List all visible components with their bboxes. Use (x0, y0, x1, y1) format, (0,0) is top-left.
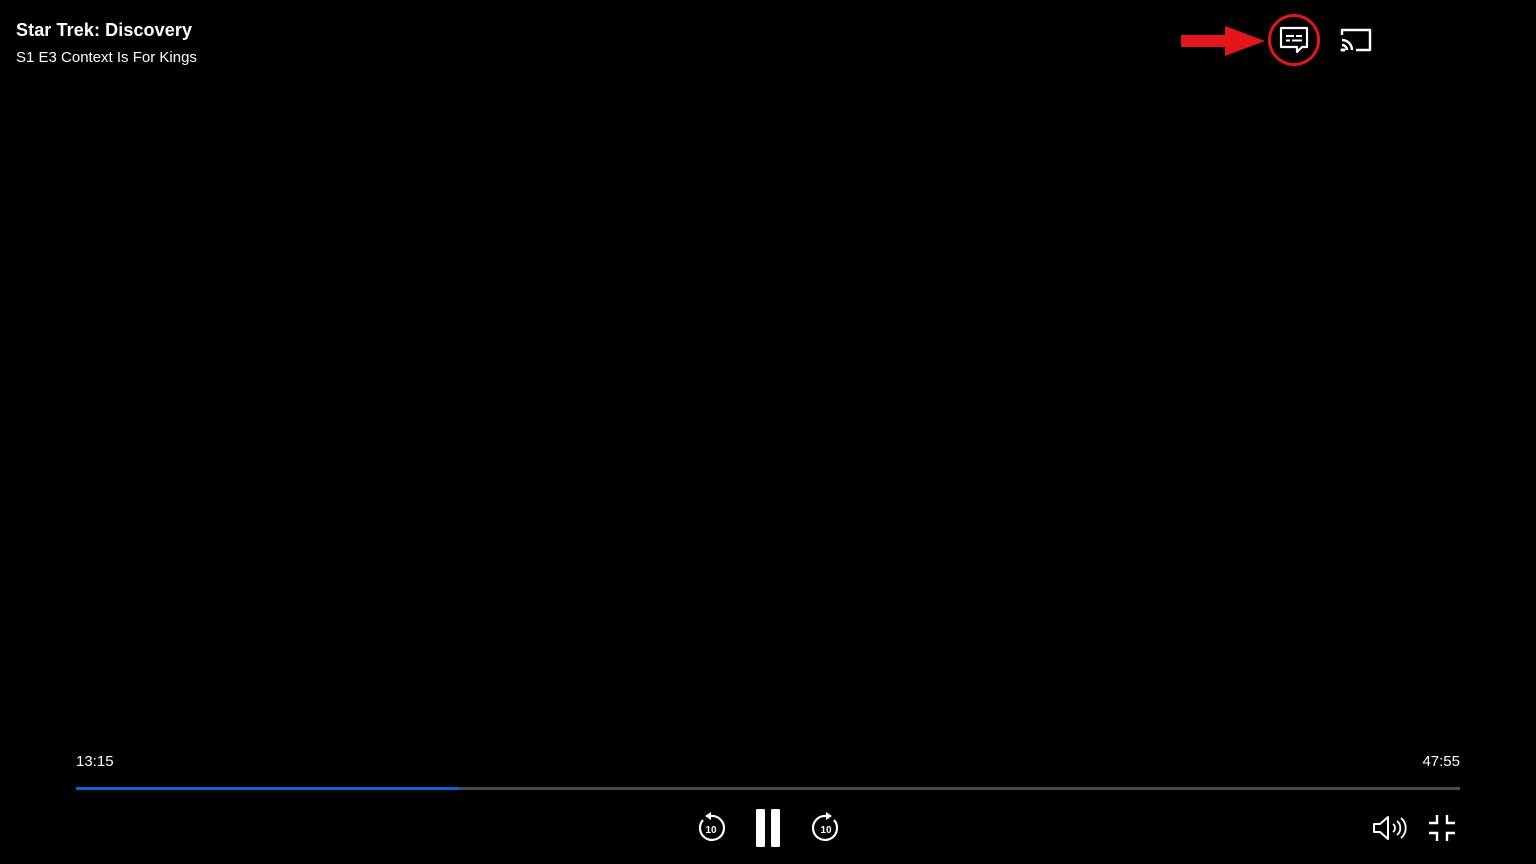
forward-10-button[interactable]: 10 (808, 810, 844, 846)
subtitles-button[interactable] (1268, 14, 1320, 66)
volume-icon (1373, 816, 1407, 840)
top-controls (1181, 14, 1536, 74)
forward-seconds-label: 10 (820, 825, 832, 836)
total-time: 47:55 (1422, 753, 1460, 770)
exit-fullscreen-button[interactable] (1425, 812, 1459, 844)
rewind-seconds-label: 10 (705, 825, 717, 836)
forward-10-icon: 10 (811, 812, 839, 841)
pause-icon (756, 809, 780, 847)
subtitles-icon (1279, 26, 1309, 54)
show-title: Star Trek: Discovery (16, 20, 193, 40)
rewind-10-button[interactable]: 10 (693, 810, 729, 846)
volume-button[interactable] (1370, 812, 1410, 844)
pause-button[interactable] (750, 806, 786, 850)
video-player[interactable]: Star Trek: Discovery S1 E3 Context Is Fo… (0, 0, 1536, 864)
title-block: Star Trek: Discovery S1 E3 Context Is Fo… (16, 18, 197, 68)
episode-title: S1 E3 Context Is For Kings (16, 49, 197, 66)
progress-played (76, 787, 459, 790)
cast-button[interactable] (1337, 22, 1375, 58)
cast-icon (1340, 28, 1372, 52)
progress-bar[interactable] (76, 787, 1460, 790)
bottom-controls: 10 10 (0, 804, 1536, 854)
exit-fullscreen-icon (1429, 815, 1455, 841)
rewind-10-icon: 10 (698, 812, 726, 841)
annotation-arrow (1181, 26, 1265, 56)
current-time: 13:15 (76, 753, 114, 770)
